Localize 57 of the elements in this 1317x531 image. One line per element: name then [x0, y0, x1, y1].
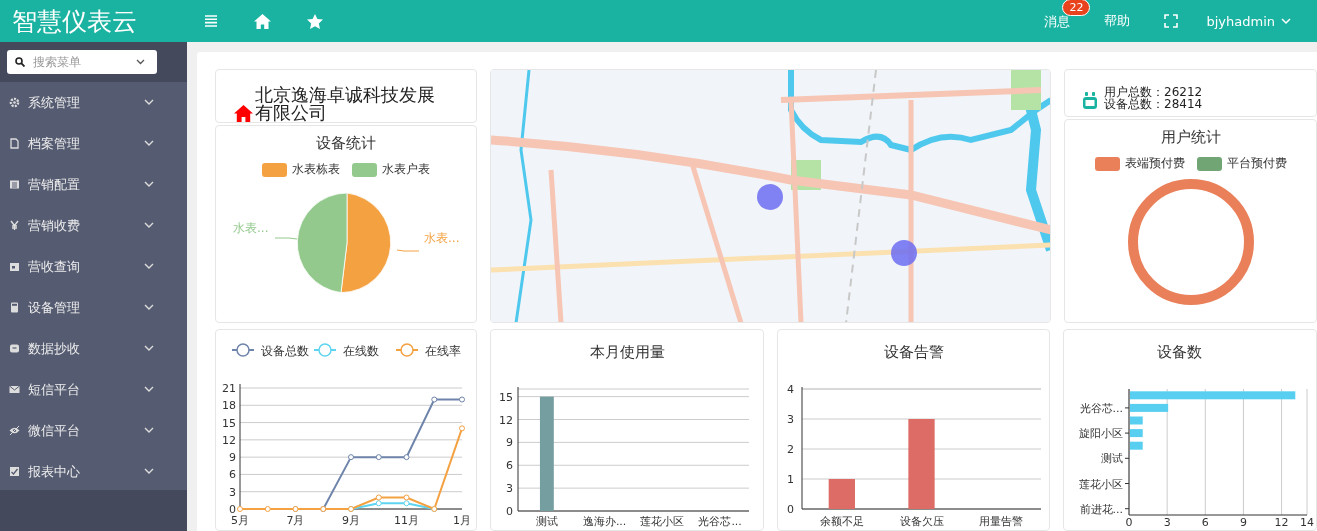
axis-tick-label: 前进花...	[1079, 502, 1123, 516]
axis-tick-label: 3	[229, 485, 236, 499]
axis-tick-label: 14	[1300, 516, 1314, 529]
slice-label: 水表...	[233, 220, 269, 237]
axis-tick-label: 7月	[286, 514, 305, 527]
axis-tick-label: 1	[787, 473, 794, 486]
total-count: 设备总数：28414	[1104, 98, 1203, 110]
chart-title: 本月使用量	[590, 343, 665, 361]
axis-tick-label: 测试	[1101, 452, 1123, 466]
axis-tick-label: 3	[506, 482, 513, 496]
chart-title: 设备告警	[884, 343, 944, 361]
axis-tick-label: 0	[229, 503, 236, 516]
axis-tick-label: 0	[787, 503, 794, 516]
axis-tick-label: 12	[1274, 516, 1289, 529]
company-name: 北京逸海卓诚科技发展有限公司	[255, 86, 436, 122]
slice-label: 水表...	[424, 230, 460, 247]
message-count-badge: 22	[1062, 0, 1091, 16]
axis-tick-label: 用量告警	[979, 515, 1024, 528]
axis-tick-label: 光谷芯...	[698, 515, 742, 528]
axis-tick-label: 测试	[535, 515, 558, 528]
axis-tick-label: 12	[499, 413, 513, 427]
axis-tick-label: 9	[229, 451, 236, 465]
axis-tick-label: 12	[222, 433, 236, 447]
axis-tick-label: 3	[1163, 516, 1171, 529]
axis-tick-label: 3	[787, 413, 794, 426]
legend-label: 在线率	[425, 344, 461, 358]
legend-label: 设备总数	[261, 344, 309, 358]
total-count: 用户总数：26212	[1104, 86, 1203, 98]
axis-tick-label: 9	[1239, 516, 1247, 529]
axis-tick-label: 设备欠压	[899, 515, 944, 528]
app-title: 智慧仪表云	[11, 5, 138, 38]
axis-tick-label: 15	[499, 390, 513, 404]
axis-tick-label: 光谷芯...	[1079, 401, 1123, 415]
axis-tick-label: 18	[222, 399, 236, 413]
chart-title: 设备数	[1156, 343, 1202, 361]
axis-tick-label: 9	[506, 436, 513, 450]
axis-tick-label: 9月	[342, 514, 360, 527]
axis-tick-label: 逸海办...	[582, 515, 627, 528]
axis-tick-label: 6	[229, 468, 236, 482]
axis-tick-label: 莲花小区	[1079, 477, 1123, 491]
axis-tick-label: 5月	[231, 514, 249, 527]
axis-tick-label: 0	[1125, 516, 1133, 529]
axis-tick-label: 15	[222, 416, 236, 430]
axis-tick-label: 0	[506, 505, 513, 518]
chart-title: 用户统计	[1160, 128, 1221, 147]
axis-tick-label: 6	[506, 459, 513, 473]
axis-tick-label: 余额不足	[819, 515, 864, 528]
axis-tick-label: 2	[787, 443, 794, 456]
chart-title: 设备统计	[316, 134, 376, 153]
axis-tick-label: 21	[222, 382, 236, 395]
legend-label: 在线数	[343, 344, 379, 358]
axis-tick-label: 4	[787, 383, 794, 396]
axis-tick-label: 11月	[394, 514, 419, 527]
axis-tick-label: 1月	[453, 514, 471, 527]
axis-tick-label: 6	[1201, 516, 1209, 529]
axis-tick-label: 莲花小区	[640, 515, 685, 528]
axis-tick-label: 旋阳小区	[1079, 427, 1123, 441]
